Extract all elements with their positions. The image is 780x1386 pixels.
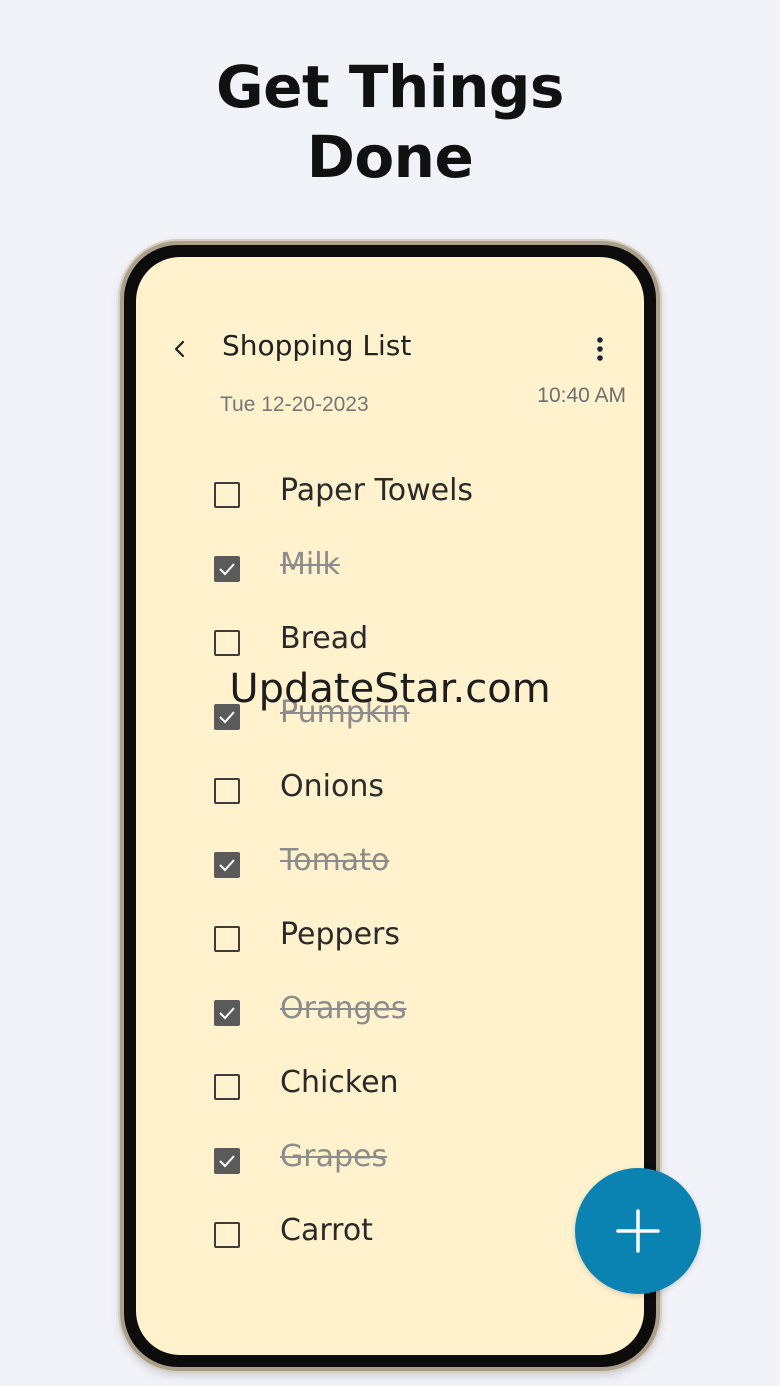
checkbox[interactable] <box>214 1148 240 1174</box>
checklist-item[interactable]: Chicken <box>214 1045 614 1119</box>
chevron-left-icon <box>174 340 185 358</box>
checkmark-icon <box>219 1155 235 1168</box>
more-vertical-icon <box>597 337 603 361</box>
checklist: Paper Towels Milk Bread Pumpkin Onions T… <box>214 453 614 1267</box>
checklist-item[interactable]: Grapes <box>214 1119 614 1193</box>
checklist-item[interactable]: Onions <box>214 749 614 823</box>
item-label[interactable]: Oranges <box>280 991 406 1026</box>
add-item-button[interactable] <box>575 1168 701 1294</box>
plus-icon <box>616 1209 660 1253</box>
checklist-item[interactable]: Milk <box>214 527 614 601</box>
note-time: 10:40 AM <box>537 384 626 407</box>
checkbox[interactable] <box>214 630 240 656</box>
checkbox[interactable] <box>214 482 240 508</box>
checkmark-icon <box>219 859 235 872</box>
item-label[interactable]: Paper Towels <box>280 473 473 508</box>
headline-line-2: Done <box>306 123 474 191</box>
item-label[interactable]: Milk <box>280 547 340 582</box>
item-label[interactable]: Onions <box>280 769 384 804</box>
item-label[interactable]: Peppers <box>280 917 400 952</box>
checkbox[interactable] <box>214 852 240 878</box>
back-button[interactable] <box>166 335 194 363</box>
item-label[interactable]: Chicken <box>280 1065 399 1100</box>
checkmark-icon <box>219 1007 235 1020</box>
checklist-item[interactable]: Peppers <box>214 897 614 971</box>
checkbox[interactable] <box>214 926 240 952</box>
checkbox[interactable] <box>214 778 240 804</box>
checklist-item[interactable]: Tomato <box>214 823 614 897</box>
headline-line-1: Get Things <box>216 53 564 121</box>
item-label[interactable]: Grapes <box>280 1139 387 1174</box>
phone-frame: Shopping List Tue 12-20-2023 10:40 AM Pa… <box>120 241 660 1371</box>
checkbox[interactable] <box>214 1000 240 1026</box>
checkbox[interactable] <box>214 1074 240 1100</box>
item-label[interactable]: Carrot <box>280 1213 373 1248</box>
note-date: Tue 12-20-2023 <box>220 393 369 416</box>
checklist-item[interactable]: Bread <box>214 601 614 675</box>
checkmark-icon <box>219 563 235 576</box>
checklist-item[interactable]: Oranges <box>214 971 614 1045</box>
more-options-button[interactable] <box>588 333 612 365</box>
checkbox[interactable] <box>214 556 240 582</box>
checklist-item[interactable]: Carrot <box>214 1193 614 1267</box>
checkbox[interactable] <box>214 1222 240 1248</box>
headline: Get Things Done <box>0 52 780 192</box>
note-screen: Shopping List Tue 12-20-2023 10:40 AM Pa… <box>136 257 644 1355</box>
note-title[interactable]: Shopping List <box>222 328 411 364</box>
item-label[interactable]: Pumpkin <box>280 695 410 730</box>
checklist-item[interactable]: Paper Towels <box>214 453 614 527</box>
item-label[interactable]: Bread <box>280 621 368 656</box>
checkbox[interactable] <box>214 704 240 730</box>
checkmark-icon <box>219 711 235 724</box>
checklist-item[interactable]: Pumpkin <box>214 675 614 749</box>
item-label[interactable]: Tomato <box>280 843 389 878</box>
